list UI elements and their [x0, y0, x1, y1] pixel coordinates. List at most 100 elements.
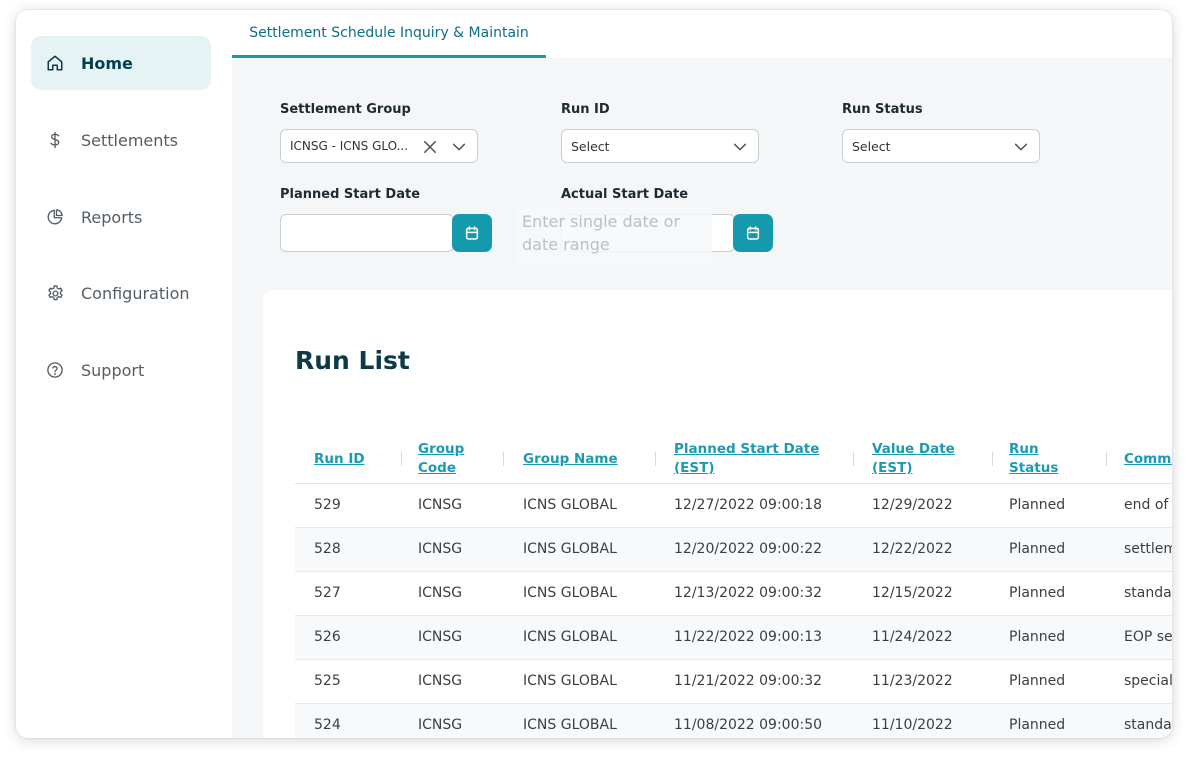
- column-header-group-code[interactable]: Group Code: [418, 440, 464, 478]
- cell-status: Planned: [1009, 717, 1066, 733]
- cell-group-code: ICNSG: [418, 585, 463, 601]
- cell-group-code: ICNSG: [418, 673, 463, 689]
- cell-group-code: ICNSG: [418, 717, 463, 733]
- cell-planned-start: 12/20/2022 09:00:22: [674, 541, 823, 557]
- planned-start-date-calendar-button[interactable]: [452, 214, 492, 252]
- table-row[interactable]: 525 ICNSG ICNS GLOBAL 11/21/2022 09:00:3…: [295, 660, 1172, 704]
- cell-group-name: ICNS GLOBAL: [523, 497, 617, 513]
- cell-status: Planned: [1009, 497, 1066, 513]
- cell-comment: standa: [1124, 585, 1172, 601]
- sidebar-item-label: Support: [81, 360, 145, 380]
- run-status-label: Run Status: [842, 102, 923, 117]
- column-header-group-name[interactable]: Group Name: [523, 450, 618, 469]
- cell-run-id: 529: [314, 497, 341, 513]
- cell-comment: settlem: [1124, 541, 1172, 557]
- run-id-value: Select: [571, 138, 610, 154]
- run-id-select[interactable]: Select: [561, 129, 759, 163]
- date-range-tooltip: Enter single date or date range: [514, 206, 712, 264]
- cell-planned-start: 11/21/2022 09:00:32: [674, 673, 823, 689]
- home-icon: [45, 53, 65, 73]
- column-header-line: Status: [1009, 460, 1059, 476]
- cell-value-date: 12/29/2022: [872, 497, 953, 513]
- planned-start-date-input[interactable]: [280, 214, 454, 252]
- table-row[interactable]: 528 ICNSG ICNS GLOBAL 12/20/2022 09:00:2…: [295, 528, 1172, 572]
- table-row[interactable]: 529 ICNSG ICNS GLOBAL 12/27/2022 09:00:1…: [295, 484, 1172, 528]
- cell-run-id: 527: [314, 585, 341, 601]
- chevron-down-icon[interactable]: [732, 139, 748, 155]
- cell-status: Planned: [1009, 629, 1066, 645]
- cell-group-name: ICNS GLOBAL: [523, 629, 617, 645]
- sidebar-item-support[interactable]: Support: [31, 343, 211, 397]
- column-divider: [1106, 452, 1107, 466]
- table-row[interactable]: 526 ICNSG ICNS GLOBAL 11/22/2022 09:00:1…: [295, 616, 1172, 660]
- cell-group-name: ICNS GLOBAL: [523, 541, 617, 557]
- column-header-run-status[interactable]: Run Status: [1009, 440, 1058, 478]
- main-content: Settlement Schedule Inquiry & Maintain S…: [232, 10, 1172, 738]
- settlement-group-select[interactable]: ICNSG - ICNS GLO...: [280, 129, 478, 163]
- cell-run-id: 524: [314, 717, 341, 733]
- table-row[interactable]: 527 ICNSG ICNS GLOBAL 12/13/2022 09:00:3…: [295, 572, 1172, 616]
- column-header-line: Value Date: [872, 441, 955, 457]
- cell-group-code: ICNSG: [418, 629, 463, 645]
- chevron-down-icon[interactable]: [1013, 139, 1029, 155]
- chevron-down-icon[interactable]: [451, 139, 467, 155]
- cell-status: Planned: [1009, 585, 1066, 601]
- actual-start-date-label: Actual Start Date: [561, 187, 689, 202]
- run-status-select[interactable]: Select: [842, 129, 1040, 163]
- column-header-line: Code: [418, 460, 457, 476]
- cell-comment: special: [1124, 673, 1172, 689]
- tab-settlement-schedule[interactable]: Settlement Schedule Inquiry & Maintain: [232, 10, 546, 58]
- cell-group-code: ICNSG: [418, 541, 463, 557]
- sidebar: Home Settlements Reports Configuration S…: [16, 10, 232, 738]
- cell-group-name: ICNS GLOBAL: [523, 673, 617, 689]
- cell-planned-start: 12/13/2022 09:00:32: [674, 585, 823, 601]
- pie-chart-icon: [45, 207, 65, 227]
- actual-start-date-calendar-button[interactable]: [733, 214, 773, 252]
- column-header-planned-start-date[interactable]: Planned Start Date (EST): [674, 440, 819, 478]
- help-circle-icon: [45, 360, 65, 380]
- cell-group-name: ICNS GLOBAL: [523, 585, 617, 601]
- sidebar-item-reports[interactable]: Reports: [31, 190, 211, 244]
- cell-run-id: 526: [314, 629, 341, 645]
- cell-planned-start: 12/27/2022 09:00:18: [674, 497, 823, 513]
- app-window: Home Settlements Reports Configuration S…: [16, 10, 1172, 738]
- column-header-line: Run: [1009, 441, 1039, 457]
- run-id-label: Run ID: [561, 102, 610, 117]
- column-divider: [503, 452, 504, 466]
- column-divider: [853, 452, 854, 466]
- sidebar-item-settlements[interactable]: Settlements: [31, 113, 211, 167]
- table-row[interactable]: 524 ICNSG ICNS GLOBAL 11/08/2022 09:00:5…: [295, 704, 1172, 738]
- tab-bar: Settlement Schedule Inquiry & Maintain: [232, 10, 1172, 58]
- cell-value-date: 12/22/2022: [872, 541, 953, 557]
- column-divider: [992, 452, 993, 466]
- cell-planned-start: 11/08/2022 09:00:50: [674, 717, 823, 733]
- column-header-line: Planned Start Date: [674, 441, 820, 457]
- cell-status: Planned: [1009, 541, 1066, 557]
- cell-value-date: 11/23/2022: [872, 673, 953, 689]
- sidebar-item-configuration[interactable]: Configuration: [31, 266, 211, 320]
- column-header-line: (EST): [674, 460, 715, 476]
- column-header-value-date[interactable]: Value Date (EST): [872, 440, 955, 478]
- cell-value-date: 11/24/2022: [872, 629, 953, 645]
- column-header-comments[interactable]: Comme: [1124, 450, 1172, 469]
- sidebar-item-label: Configuration: [81, 283, 190, 303]
- clear-icon[interactable]: [421, 138, 439, 156]
- dollar-icon: [45, 130, 65, 150]
- cell-run-id: 525: [314, 673, 341, 689]
- gear-icon: [45, 283, 65, 303]
- cell-comment: standa: [1124, 717, 1172, 733]
- cell-comment: EOP se: [1124, 629, 1172, 645]
- column-header-run-id[interactable]: Run ID: [314, 450, 365, 469]
- column-header-line: (EST): [872, 460, 913, 476]
- sidebar-item-home[interactable]: Home: [31, 36, 211, 90]
- column-header-line: Group: [418, 441, 465, 457]
- run-status-value: Select: [852, 138, 891, 154]
- calendar-icon: [464, 225, 480, 241]
- cell-planned-start: 11/22/2022 09:00:13: [674, 629, 823, 645]
- sidebar-item-label: Settlements: [81, 130, 179, 150]
- calendar-icon: [745, 225, 761, 241]
- column-divider: [655, 452, 656, 466]
- run-list-title: Run List: [295, 346, 410, 375]
- settlement-group-value: ICNSG - ICNS GLO...: [290, 139, 409, 153]
- run-list-card: Run List Run ID Group Code Group Name Pl…: [263, 290, 1172, 738]
